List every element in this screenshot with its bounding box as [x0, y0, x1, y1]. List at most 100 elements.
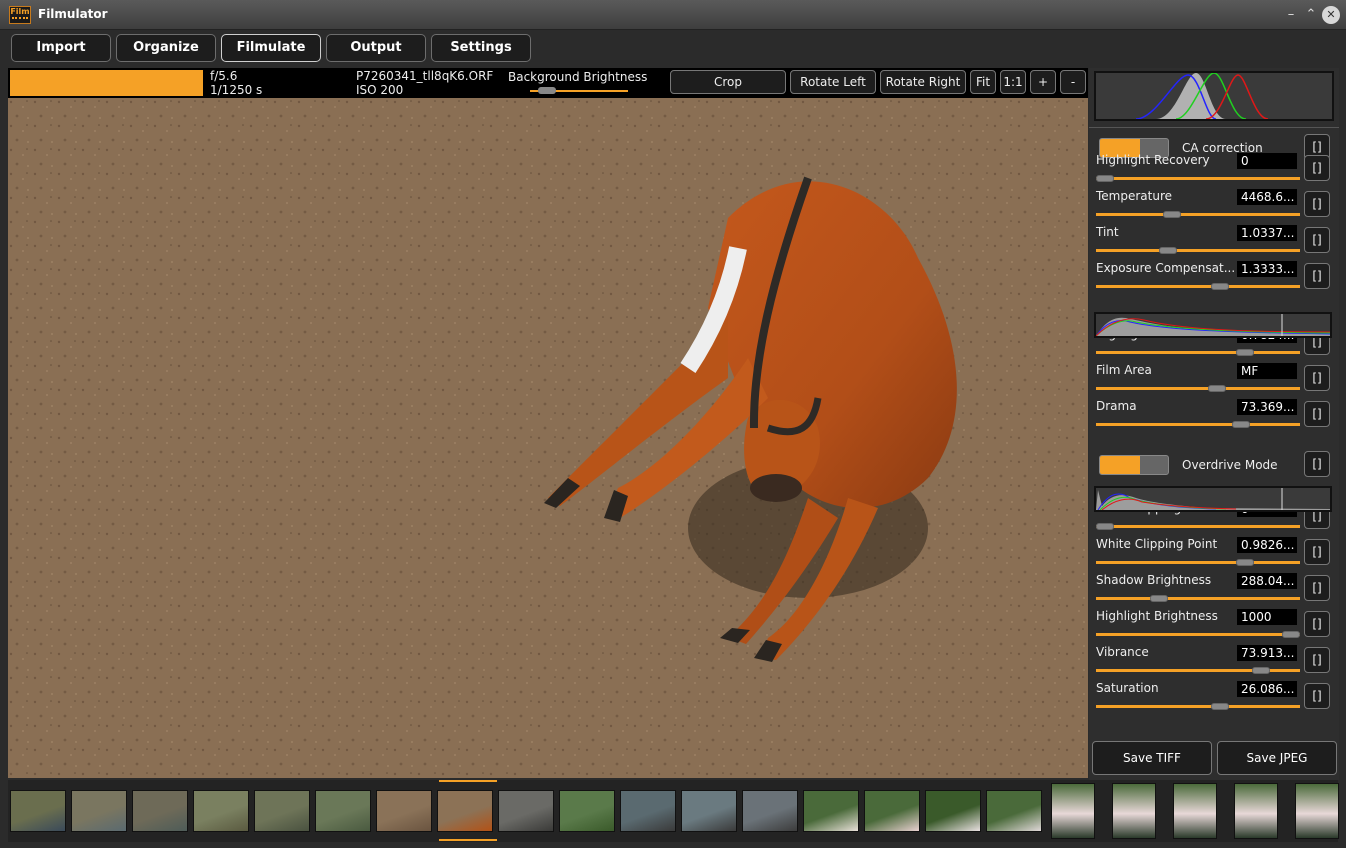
- film-area-slider-track[interactable]: [1096, 387, 1300, 390]
- overdrive-mode-label: Overdrive Mode: [1182, 458, 1278, 472]
- saturation-slider-handle[interactable]: [1211, 703, 1230, 710]
- filmstrip-thumbnail[interactable]: [559, 790, 615, 832]
- highlight-recovery-value-field[interactable]: 0: [1237, 153, 1297, 169]
- film-area-value-field[interactable]: MF: [1237, 363, 1297, 379]
- filmstrip-thumbnail[interactable]: [742, 790, 798, 832]
- filmstrip-thumbnail[interactable]: [1051, 783, 1095, 839]
- filmstrip-thumbnail[interactable]: [132, 790, 188, 832]
- drama-value-field[interactable]: 73.369...: [1237, 399, 1297, 415]
- save-jpeg-button[interactable]: Save JPEG: [1217, 741, 1337, 775]
- filmstrip-thumbnail[interactable]: [681, 790, 737, 832]
- overdrive-mode-reset-button[interactable]: []: [1304, 451, 1330, 477]
- filmstrip-thumbnail[interactable]: [376, 790, 432, 832]
- tint-value-field[interactable]: 1.0337...: [1237, 225, 1297, 241]
- maximize-icon[interactable]: ⌃: [1302, 6, 1320, 24]
- filmstrip-thumbnail[interactable]: [254, 790, 310, 832]
- white-clipping-value-field[interactable]: 0.9826...: [1237, 537, 1297, 553]
- save-tiff-button[interactable]: Save TIFF: [1092, 741, 1212, 775]
- tint-reset-button[interactable]: []: [1304, 227, 1330, 253]
- white-clipping-reset-button[interactable]: []: [1304, 539, 1330, 565]
- highlight-brightness-slider-track[interactable]: [1096, 633, 1300, 636]
- saturation-label: Saturation: [1096, 681, 1159, 695]
- black-clipping-slider-handle[interactable]: [1096, 523, 1114, 530]
- filmstrip-thumbnail[interactable]: [193, 790, 249, 832]
- rotate-right-button[interactable]: Rotate Right: [880, 70, 966, 94]
- highlight-brightness-reset-button[interactable]: []: [1304, 611, 1330, 637]
- drama-label: Drama: [1096, 399, 1137, 413]
- rotate-left-button[interactable]: Rotate Left: [790, 70, 876, 94]
- antelope-photo: [8, 98, 1088, 778]
- filmstrip-thumbnail[interactable]: [437, 790, 493, 832]
- shadow-brightness-reset-button[interactable]: []: [1304, 575, 1330, 601]
- tint-slider-track[interactable]: [1096, 249, 1300, 252]
- drama-reset-button[interactable]: []: [1304, 401, 1330, 427]
- zoom-out-button[interactable]: -: [1060, 70, 1086, 94]
- shadow-brightness-slider-handle[interactable]: [1149, 595, 1168, 602]
- tab-output[interactable]: Output: [326, 34, 426, 62]
- filmstrip: [8, 780, 1339, 842]
- background-brightness-slider[interactable]: [530, 87, 628, 95]
- tab-organize[interactable]: Organize: [116, 34, 216, 62]
- filename-readout: P7260341_tll8qK6.ORF: [356, 69, 494, 83]
- tint-slider-handle[interactable]: [1159, 247, 1178, 254]
- filmstrip-thumbnail[interactable]: [864, 790, 920, 832]
- temperature-slider-handle[interactable]: [1162, 211, 1181, 218]
- minimize-icon[interactable]: –: [1282, 6, 1300, 24]
- tab-settings[interactable]: Settings: [431, 34, 531, 62]
- vibrance-value-field[interactable]: 73.913...: [1237, 645, 1297, 661]
- filmstrip-thumbnail[interactable]: [1173, 783, 1217, 839]
- main-histogram: [1094, 71, 1334, 121]
- filmstrip-thumbnail[interactable]: [1295, 783, 1339, 839]
- filmstrip-thumbnail[interactable]: [498, 790, 554, 832]
- filmstrip-thumbnail[interactable]: [620, 790, 676, 832]
- filmstrip-thumbnail[interactable]: [315, 790, 371, 832]
- crop-button[interactable]: Crop: [670, 70, 786, 94]
- highlight-brightness-slider-handle[interactable]: [1282, 631, 1300, 638]
- tint-label: Tint: [1096, 225, 1119, 239]
- filmstrip-thumbnail[interactable]: [71, 790, 127, 832]
- close-icon[interactable]: ✕: [1322, 6, 1340, 24]
- highlight-recovery-slider-handle[interactable]: [1096, 175, 1114, 182]
- temperature-slider-track[interactable]: [1096, 213, 1300, 216]
- saturation-reset-button[interactable]: []: [1304, 683, 1330, 709]
- filmstrip-thumbnail[interactable]: [803, 790, 859, 832]
- vibrance-slider-handle[interactable]: [1252, 667, 1271, 674]
- filmstrip-thumbnail[interactable]: [1112, 783, 1156, 839]
- drama-slider-handle[interactable]: [1231, 421, 1250, 428]
- tab-import[interactable]: Import: [11, 34, 111, 62]
- temperature-reset-button[interactable]: []: [1304, 191, 1330, 217]
- overdrive-mode-toggle[interactable]: [1099, 455, 1169, 475]
- zoom-in-button[interactable]: +: [1030, 70, 1056, 94]
- filmstrip-thumbnail[interactable]: [1234, 783, 1278, 839]
- film-area-slider-handle[interactable]: [1207, 385, 1226, 392]
- exposure-compensation-value-field[interactable]: 1.3333...: [1237, 261, 1297, 277]
- saturation-value-field[interactable]: 26.086...: [1237, 681, 1297, 697]
- highlight-rolloff-slider-track[interactable]: [1096, 351, 1300, 354]
- exposure-compensation-reset-button[interactable]: []: [1304, 263, 1330, 289]
- filmstrip-thumbnail[interactable]: [986, 790, 1042, 832]
- one-to-one-button[interactable]: 1:1: [1000, 70, 1026, 94]
- white-clipping-slider-handle[interactable]: [1235, 559, 1254, 566]
- filmstrip-thumbnail[interactable]: [10, 790, 66, 832]
- film-area-reset-button[interactable]: []: [1304, 365, 1330, 391]
- background-brightness-handle[interactable]: [538, 87, 556, 94]
- editing-panel: CA correction [] Highlight Recovery 0[] Te…: [1089, 68, 1339, 780]
- shadow-brightness-slider-track[interactable]: [1096, 597, 1300, 600]
- fit-button[interactable]: Fit: [970, 70, 996, 94]
- black-clipping-slider-track[interactable]: [1096, 525, 1300, 528]
- highlight-rolloff-slider-handle[interactable]: [1235, 349, 1254, 356]
- temperature-value-field[interactable]: 4468.6...: [1237, 189, 1297, 205]
- shadow-brightness-value-field[interactable]: 288.04...: [1237, 573, 1297, 589]
- highlight-recovery-reset-button[interactable]: []: [1304, 155, 1330, 181]
- filmstrip-thumbnail[interactable]: [925, 790, 981, 832]
- exposure-compensation-slider-handle[interactable]: [1211, 283, 1230, 290]
- aperture-readout: f/5.6: [210, 69, 238, 83]
- image-viewer[interactable]: [8, 98, 1088, 778]
- selected-thumbnail-marker: [439, 780, 497, 782]
- drama-slider-track[interactable]: [1096, 423, 1300, 426]
- saturation-slider-track[interactable]: [1096, 705, 1300, 708]
- vibrance-reset-button[interactable]: []: [1304, 647, 1330, 673]
- highlight-brightness-value-field[interactable]: 1000: [1237, 609, 1297, 625]
- tab-filmulate[interactable]: Filmulate: [221, 34, 321, 62]
- white-clipping-slider-track[interactable]: [1096, 561, 1300, 564]
